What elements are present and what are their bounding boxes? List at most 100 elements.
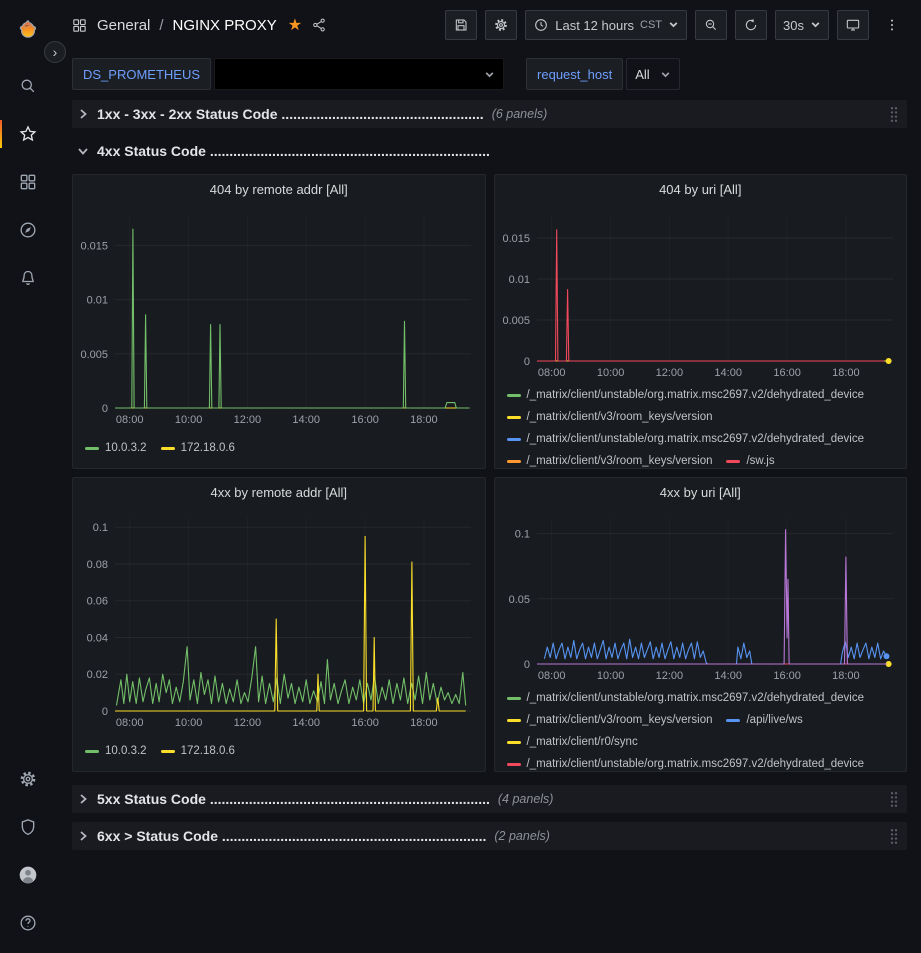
sidebar-item-explore[interactable]: [0, 210, 55, 250]
time-range-picker[interactable]: Last 12 hours CST: [525, 10, 687, 40]
legend-item[interactable]: 10.0.3.2: [85, 442, 147, 454]
legend-row: /_matrix/client/v3/room_keys/version: [507, 407, 897, 427]
legend-swatch: [726, 460, 740, 463]
drag-handle-icon[interactable]: [889, 106, 899, 123]
sidebar-expand-button[interactable]: ›: [44, 41, 66, 63]
grafana-logo[interactable]: [0, 12, 55, 46]
chevron-down-icon: [484, 69, 495, 80]
row-panel-count: (4 panels): [498, 792, 554, 806]
variable-select-datasource[interactable]: [214, 58, 504, 90]
legend-label: 10.0.3.2: [105, 442, 147, 454]
legend-item[interactable]: 172.18.0.6: [161, 745, 235, 757]
chart-4xx-by-remote-addr[interactable]: 00.020.040.060.080.108:0010:0012:0014:00…: [73, 506, 485, 731]
zoom-out-button[interactable]: [695, 10, 727, 40]
breadcrumb-folder[interactable]: General: [97, 17, 150, 34]
chart-4xx-by-uri[interactable]: 00.050.108:0010:0012:0014:0016:0018:00: [495, 506, 907, 684]
legend-item[interactable]: /sw.js: [726, 455, 774, 467]
legend-label: /_matrix/client/v3/room_keys/version: [527, 455, 713, 467]
svg-text:0.05: 0.05: [508, 594, 529, 606]
sidebar-item-configuration[interactable]: [0, 759, 55, 799]
panel-404-by-remote-addr: 404 by remote addr [All] 00.0050.010.015…: [72, 174, 486, 469]
legend-item[interactable]: /_matrix/client/unstable/org.matrix.msc2…: [507, 389, 865, 401]
variables-bar: DS_PROMETHEUS request_host All: [55, 50, 921, 96]
refresh-button[interactable]: [735, 10, 767, 40]
favorite-star-icon[interactable]: ★: [288, 15, 302, 35]
legend-item[interactable]: /_matrix/client/v3/room_keys/version: [507, 714, 713, 726]
svg-text:10:00: 10:00: [596, 670, 624, 682]
save-dashboard-button[interactable]: [445, 10, 477, 40]
svg-text:16:00: 16:00: [773, 670, 801, 682]
legend-label: /sw.js: [746, 455, 774, 467]
legend-swatch: [161, 750, 175, 753]
row-6xx-status-code[interactable]: 6xx > Status Code ......................…: [72, 822, 907, 850]
time-range-label: Last 12 hours: [555, 18, 634, 33]
chart-404-by-uri[interactable]: 00.0050.010.01508:0010:0012:0014:0016:00…: [495, 203, 907, 381]
apps-grid-icon: [18, 172, 38, 192]
svg-text:18:00: 18:00: [410, 414, 438, 426]
dashboard-settings-button[interactable]: [485, 10, 517, 40]
sidebar-item-dashboards[interactable]: [0, 162, 55, 202]
legend-row: /_matrix/client/unstable/org.matrix.msc2…: [507, 385, 897, 405]
panel-404-by-uri: 404 by uri [All] 00.0050.010.01508:0010:…: [494, 174, 908, 469]
breadcrumb-separator: /: [159, 17, 163, 34]
legend-swatch: [507, 763, 521, 766]
row-title: 4xx Status Code ........................…: [97, 143, 490, 159]
svg-text:0.1: 0.1: [93, 522, 108, 534]
legend-swatch: [507, 416, 521, 419]
legend-label: 172.18.0.6: [181, 745, 235, 757]
sidebar-item-starred[interactable]: [0, 114, 55, 154]
legend-item[interactable]: /_matrix/client/unstable/org.matrix.msc2…: [507, 758, 865, 770]
svg-text:16:00: 16:00: [351, 717, 379, 729]
legend-item[interactable]: /_matrix/client/unstable/org.matrix.msc2…: [507, 692, 865, 704]
variable-select-request-host[interactable]: All: [626, 58, 680, 90]
panel-title[interactable]: 404 by remote addr [All]: [73, 175, 485, 203]
monitor-icon: [845, 17, 861, 33]
main-area: General / NGINX PROXY ★ Last 12 hours: [55, 0, 921, 953]
svg-text:0: 0: [523, 659, 529, 671]
sidebar-item-server-admin[interactable]: [0, 807, 55, 847]
drag-handle-icon[interactable]: [889, 828, 899, 845]
svg-text:0: 0: [102, 706, 108, 718]
svg-text:0: 0: [523, 356, 529, 368]
row-5xx-status-code[interactable]: 5xx Status Code ........................…: [72, 785, 907, 813]
svg-text:0.015: 0.015: [502, 233, 530, 245]
chart-404-by-remote-addr[interactable]: 00.0050.010.01508:0010:0012:0014:0016:00…: [73, 203, 485, 428]
legend-label: /api/live/ws: [746, 714, 802, 726]
panel-title[interactable]: 4xx by remote addr [All]: [73, 478, 485, 506]
row-1xx-3xx-2xx-status-code[interactable]: 1xx - 3xx - 2xx Status Code ............…: [72, 100, 907, 128]
legend-item[interactable]: /api/live/ws: [726, 714, 802, 726]
share-icon[interactable]: [311, 17, 327, 33]
tv-mode-button[interactable]: [837, 10, 869, 40]
panel-title[interactable]: 4xx by uri [All]: [495, 478, 907, 506]
clock-icon: [533, 17, 549, 33]
help-icon: [18, 913, 38, 933]
svg-text:14:00: 14:00: [714, 367, 742, 379]
legend-item[interactable]: /_matrix/client/v3/room_keys/version: [507, 411, 713, 423]
legend-row: /_matrix/client/v3/room_keys/version/sw.…: [507, 451, 897, 468]
legend-item[interactable]: /_matrix/client/unstable/org.matrix.msc2…: [507, 433, 865, 445]
shield-icon: [18, 817, 38, 837]
dashboards-breadcrumb-icon[interactable]: [71, 17, 88, 34]
refresh-icon: [743, 17, 759, 33]
sidebar-item-search[interactable]: [0, 66, 55, 106]
legend-item[interactable]: /_matrix/client/v3/room_keys/version: [507, 455, 713, 467]
variable-label-ds-prometheus: DS_PROMETHEUS: [72, 58, 211, 90]
legend-item[interactable]: /_matrix/client/r0/sync: [507, 736, 638, 748]
legend-item[interactable]: 10.0.3.2: [85, 745, 147, 757]
panel-title[interactable]: 404 by uri [All]: [495, 175, 907, 203]
sidebar-item-alerting[interactable]: [0, 258, 55, 298]
svg-text:08:00: 08:00: [537, 670, 565, 682]
kebab-menu-button[interactable]: [877, 10, 907, 40]
refresh-interval-picker[interactable]: 30s: [775, 10, 829, 40]
row-4xx-status-code[interactable]: 4xx Status Code ........................…: [72, 137, 907, 165]
sidebar-item-help[interactable]: [0, 903, 55, 943]
legend-swatch: [507, 394, 521, 397]
legend-swatch: [507, 719, 521, 722]
legend-label: /_matrix/client/unstable/org.matrix.msc2…: [527, 692, 865, 704]
dashboard-header: General / NGINX PROXY ★ Last 12 hours: [55, 0, 921, 50]
variable-value-request-host: All: [635, 67, 649, 82]
drag-handle-icon[interactable]: [889, 791, 899, 808]
sidebar-item-profile[interactable]: [0, 855, 55, 895]
legend-item[interactable]: 172.18.0.6: [161, 442, 235, 454]
zoom-out-icon: [703, 17, 719, 33]
